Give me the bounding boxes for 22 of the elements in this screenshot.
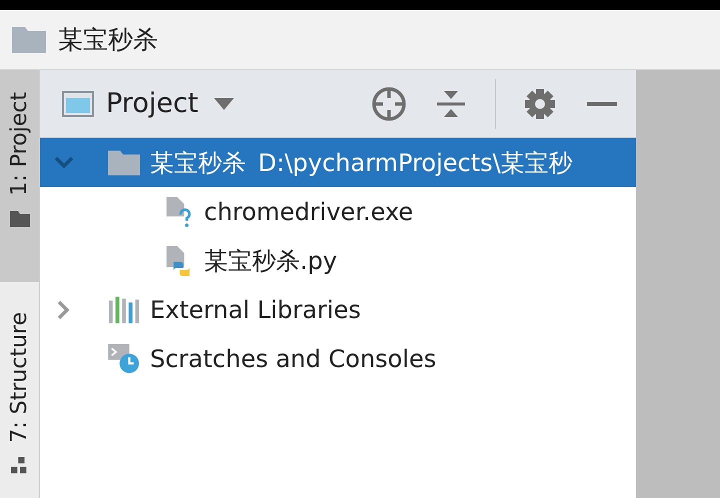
tree-item-label: chromedriver.exe — [204, 198, 414, 226]
side-tab[interactable]: 1: Project — [0, 70, 39, 282]
tree-row[interactable]: chromedriver.exe — [40, 187, 636, 236]
view-selector[interactable]: Project — [62, 88, 234, 119]
locate-icon[interactable] — [371, 86, 407, 122]
tree-item-label: 某宝秒杀.py — [204, 246, 338, 276]
tree-row[interactable]: Scratches and Consoles — [40, 334, 636, 383]
libraries-icon — [108, 294, 140, 324]
caret-icon — [214, 98, 234, 110]
project-path: D:\pycharmProjects\某宝秒 — [258, 148, 573, 178]
breadcrumb-item[interactable]: 某宝秒杀 — [58, 23, 158, 56]
tree-item-label: Scratches and Consoles — [150, 344, 436, 372]
folder-icon — [12, 26, 46, 52]
tree-item-label: External Libraries — [150, 296, 361, 324]
tree-item-label: 某宝秒杀 — [150, 148, 246, 178]
tree-row[interactable]: 某宝秒杀.py — [40, 236, 636, 285]
window-icon — [62, 90, 94, 116]
folder-icon — [10, 210, 30, 228]
console-clock-icon — [108, 344, 140, 374]
structure-icon — [10, 456, 30, 475]
tree-row[interactable]: External Libraries — [40, 285, 636, 334]
tree-row[interactable]: 某宝秒杀 D:\pycharmProjects\某宝秒 — [40, 138, 636, 187]
